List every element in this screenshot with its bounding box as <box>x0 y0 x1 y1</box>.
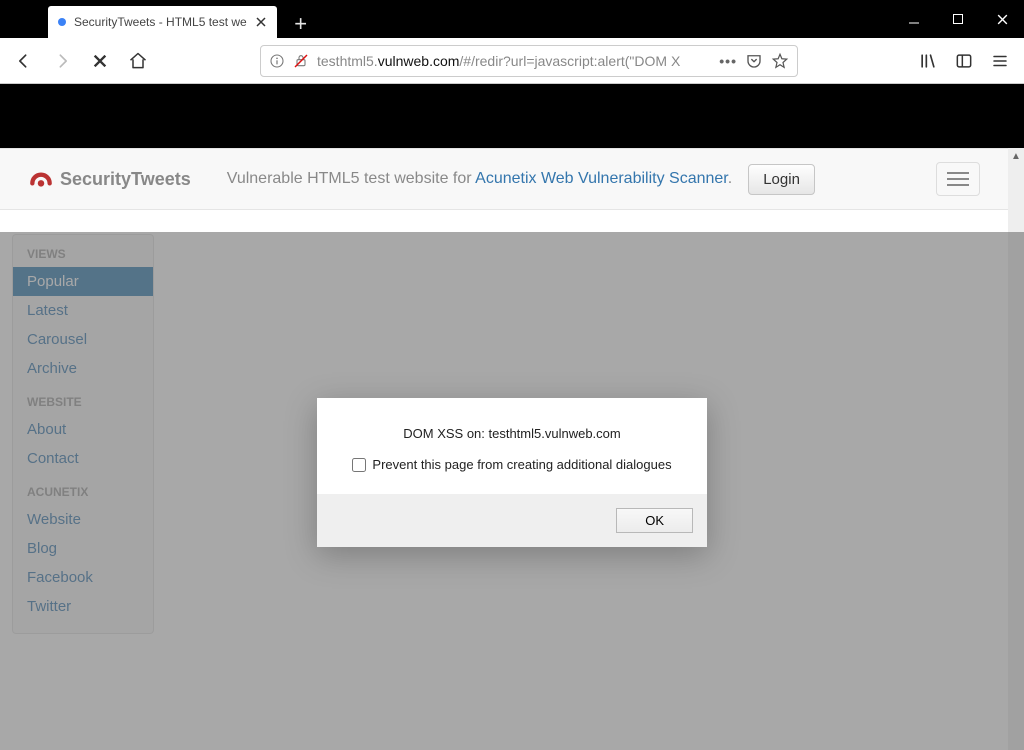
scroll-up-icon[interactable]: ▲ <box>1008 148 1024 164</box>
library-button[interactable] <box>912 45 944 77</box>
page-actions-icon[interactable]: ••• <box>719 53 737 69</box>
prevent-dialogs-option[interactable]: Prevent this page from creating addition… <box>339 457 685 472</box>
sidebar-toggle-button[interactable] <box>948 45 980 77</box>
site-brand[interactable]: SecurityTweets <box>28 166 191 192</box>
brand-logo-icon <box>28 166 54 192</box>
maximize-button[interactable] <box>936 0 980 38</box>
home-button[interactable] <box>122 45 154 77</box>
alert-message: DOM XSS on: testhtml5.vulnweb.com <box>339 426 685 441</box>
close-tab-icon[interactable] <box>255 16 267 28</box>
login-button[interactable]: Login <box>748 164 815 195</box>
app-menu-button[interactable] <box>984 45 1016 77</box>
minimize-button[interactable] <box>892 0 936 38</box>
insecure-connection-icon[interactable] <box>293 53 309 69</box>
window-controls <box>892 0 1024 38</box>
browser-toolbar: testhtml5.vulnweb.com/#/redir?url=javasc… <box>0 38 1024 84</box>
scanner-link[interactable]: Acunetix Web Vulnerability Scanner <box>475 170 728 187</box>
javascript-alert-dialog: DOM XSS on: testhtml5.vulnweb.com Preven… <box>317 398 707 547</box>
site-navbar: SecurityTweets Vulnerable HTML5 test web… <box>0 148 1008 210</box>
loading-indicator-icon <box>58 18 66 26</box>
url-bar[interactable]: testhtml5.vulnweb.com/#/redir?url=javasc… <box>260 45 798 77</box>
new-tab-button[interactable]: + <box>287 10 315 38</box>
stop-reload-button[interactable] <box>84 45 116 77</box>
brand-text: SecurityTweets <box>60 169 191 190</box>
pocket-icon[interactable] <box>745 52 763 70</box>
site-tagline: Vulnerable HTML5 test website for Acunet… <box>227 170 732 188</box>
bookmark-star-icon[interactable] <box>771 52 789 70</box>
forward-button[interactable] <box>46 45 78 77</box>
viewport: SecurityTweets Vulnerable HTML5 test web… <box>0 148 1024 750</box>
back-button[interactable] <box>8 45 40 77</box>
site-info-icon[interactable] <box>269 53 285 69</box>
tab-title: SecurityTweets - HTML5 test we <box>74 15 247 29</box>
browser-tab[interactable]: SecurityTweets - HTML5 test we <box>48 6 277 38</box>
alert-ok-button[interactable]: OK <box>616 508 693 533</box>
nav-toggle-button[interactable] <box>936 162 980 196</box>
url-text: testhtml5.vulnweb.com/#/redir?url=javasc… <box>317 53 711 69</box>
window-titlebar: SecurityTweets - HTML5 test we + <box>0 0 1024 38</box>
prevent-dialogs-label: Prevent this page from creating addition… <box>372 457 671 472</box>
window-close-button[interactable] <box>980 0 1024 38</box>
prevent-dialogs-checkbox[interactable] <box>352 458 366 472</box>
